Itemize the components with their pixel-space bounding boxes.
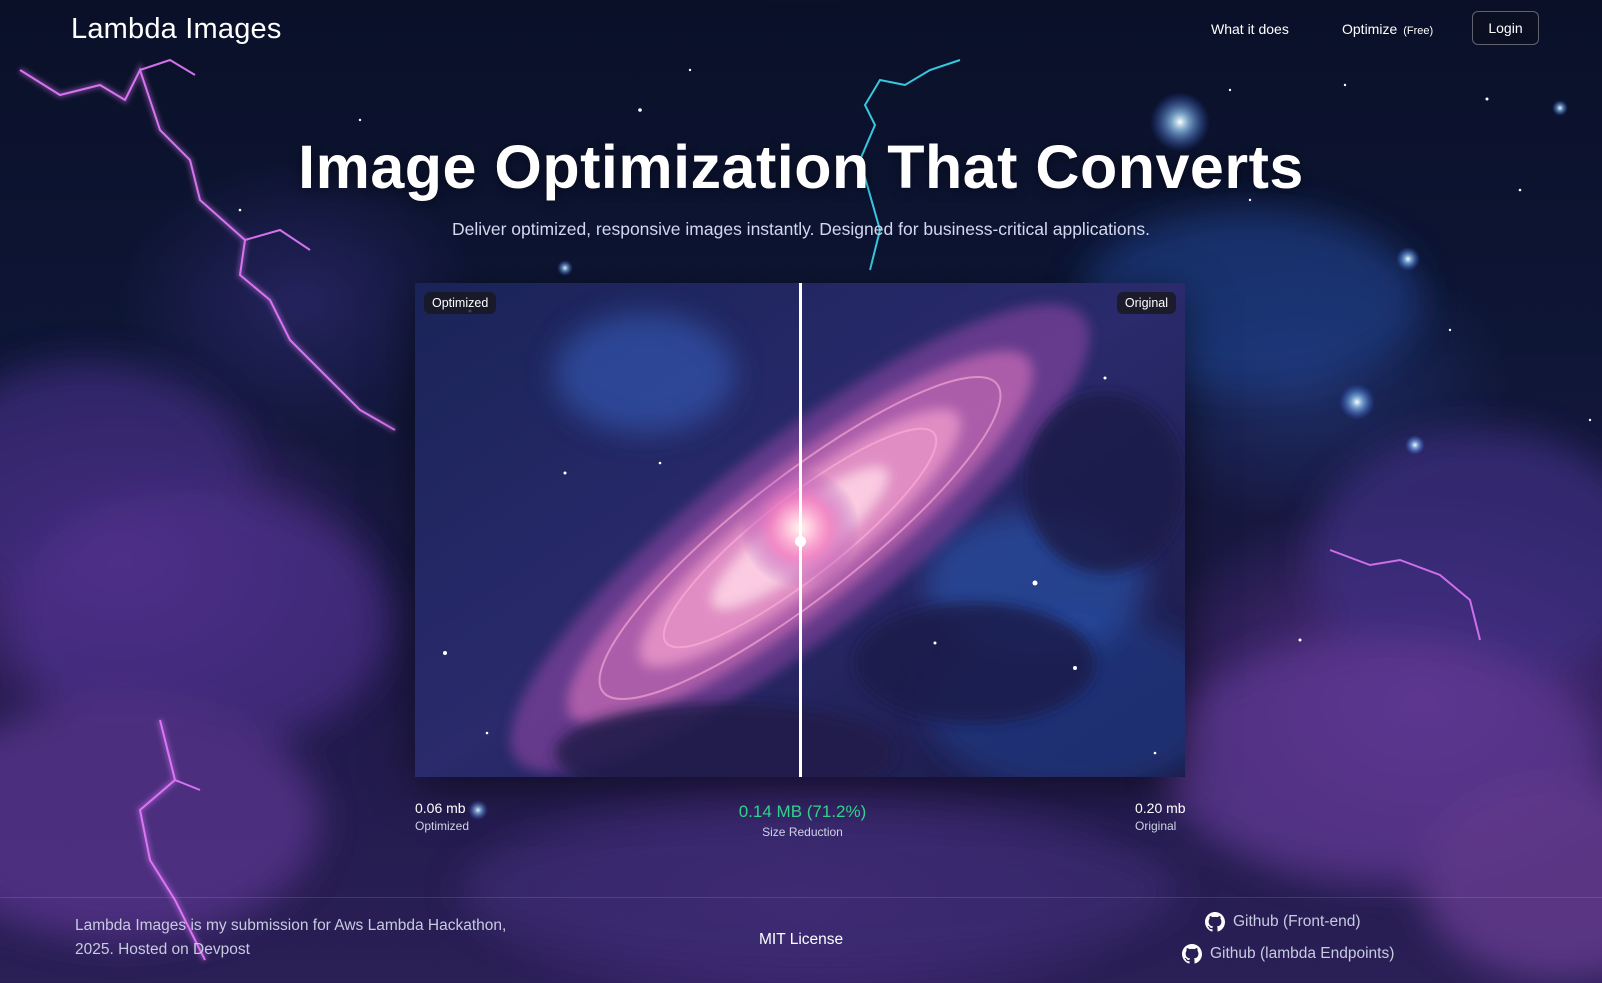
github-icon bbox=[1182, 944, 1202, 964]
original-size-stat: 0.20 mb Original bbox=[1135, 800, 1186, 833]
optimized-badge: Optimized bbox=[424, 292, 497, 314]
github-lambda-link[interactable]: Github (lambda Endpoints) bbox=[1182, 944, 1394, 964]
login-button[interactable]: Login bbox=[1472, 11, 1539, 45]
size-reduction-stat: 0.14 MB (71.2%) Size Reduction bbox=[700, 802, 905, 839]
original-badge: Original bbox=[1116, 292, 1176, 314]
optimized-size-stat: 0.06 mb Optimized bbox=[415, 800, 469, 833]
license-link[interactable]: MIT License bbox=[759, 931, 843, 949]
hero-title: Image Optimization That Converts bbox=[298, 133, 1304, 201]
nav-optimize-label: Optimize bbox=[1342, 21, 1398, 37]
original-size-label: Original bbox=[1135, 819, 1177, 833]
top-navbar: Lambda Images What it does Optimize (Free… bbox=[0, 0, 1602, 60]
optimized-size-value: 0.06 mb bbox=[415, 800, 466, 816]
size-reduction-label: Size Reduction bbox=[762, 825, 843, 839]
github-icon bbox=[1205, 912, 1225, 932]
image-comparison-slider[interactable]: Optimized Original bbox=[415, 283, 1185, 777]
brand-logo[interactable]: Lambda Images bbox=[71, 13, 282, 46]
free-badge: (Free) bbox=[1403, 25, 1434, 37]
size-reduction-value: 0.14 MB (71.2%) bbox=[738, 802, 867, 821]
footer-about-text: Lambda Images is my submission for Aws L… bbox=[75, 917, 507, 958]
original-size-value: 0.20 mb bbox=[1135, 800, 1186, 816]
slider-divider[interactable] bbox=[799, 283, 802, 777]
nav-what-it-does[interactable]: What it does bbox=[1211, 21, 1289, 37]
github-frontend-link[interactable]: Github (Front-end) bbox=[1205, 912, 1361, 932]
nav-optimize[interactable]: Optimize (Free) bbox=[1342, 21, 1433, 37]
github-frontend-label: Github (Front-end) bbox=[1233, 913, 1361, 930]
hero-subtitle: Deliver optimized, responsive images ins… bbox=[451, 219, 1151, 239]
slider-handle[interactable] bbox=[795, 536, 806, 547]
footer: Lambda Images is my submission for Aws L… bbox=[0, 897, 1602, 983]
github-lambda-label: Github (lambda Endpoints) bbox=[1210, 945, 1395, 962]
optimized-size-label: Optimized bbox=[415, 819, 470, 833]
